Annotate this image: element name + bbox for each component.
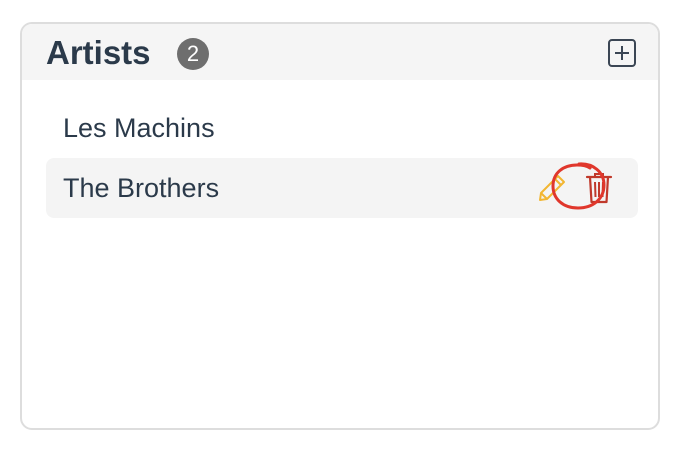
list-item-the-brothers[interactable]: The Brothers xyxy=(46,158,638,218)
delete-artist-button[interactable] xyxy=(584,171,614,205)
list-item-les-machins[interactable]: Les Machins xyxy=(46,98,638,158)
panel-header: Artists 2 xyxy=(22,24,658,80)
panel-title: Artists xyxy=(46,34,151,71)
artists-panel: Artists 2 Les Machins The Brothers xyxy=(20,22,660,430)
add-artist-button[interactable] xyxy=(608,39,636,67)
trash-icon xyxy=(585,173,613,204)
artist-name: Les Machins xyxy=(63,113,215,143)
artist-name: The Brothers xyxy=(63,173,220,203)
plus-icon xyxy=(615,46,629,60)
artist-count-badge: 2 xyxy=(177,38,209,70)
pencil-icon xyxy=(539,175,565,201)
edit-artist-button[interactable] xyxy=(536,172,568,204)
